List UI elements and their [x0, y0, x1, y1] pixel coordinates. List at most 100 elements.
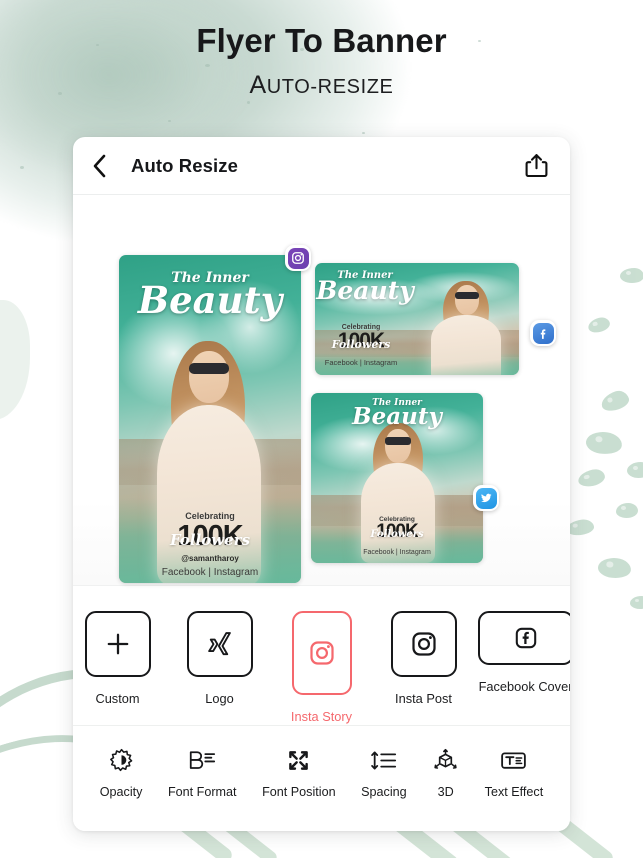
poster-facebook-cover[interactable]: The Inner Beauty Celebrating 100K Follow…	[315, 263, 519, 375]
tool-icon-wrap	[187, 746, 217, 774]
tool-label: Font Position	[262, 785, 336, 799]
page-subtitle: AUTO-RESIZE	[0, 71, 643, 100]
resize-canvas: The Inner Beauty Celebrating 100K Follow…	[73, 195, 570, 585]
text-effect-icon	[501, 751, 527, 769]
facebook-badge-fill	[532, 322, 554, 344]
app-bar: Auto Resize	[73, 137, 570, 195]
font-format-icon	[190, 750, 216, 769]
poster-script-line2: Beauty	[316, 276, 414, 305]
poster-handle: @samantharoy	[181, 554, 239, 563]
poster-followers: Followers	[169, 531, 251, 549]
speck	[20, 166, 24, 169]
poster-footer: Facebook | Instagram	[161, 567, 259, 578]
tool-icon-wrap	[286, 746, 311, 774]
tool-label: Font Format	[167, 785, 237, 799]
tool-opacity[interactable]: Opacity	[99, 746, 143, 799]
twitter-badge-fill	[475, 487, 497, 509]
tool-label: Opacity	[99, 785, 143, 799]
format-label: Insta Story	[290, 709, 353, 724]
poster-insta-story[interactable]: The Inner Beauty Celebrating 100K Follow…	[119, 255, 301, 583]
model-figure	[361, 463, 435, 563]
opacity-icon	[109, 748, 132, 771]
model-face	[385, 429, 411, 463]
poster-script-line2: Beauty	[137, 278, 283, 322]
format-option-logo[interactable]: Logo	[178, 611, 262, 706]
poster-script-line2: Beauty	[352, 403, 442, 430]
share-upload-icon	[525, 154, 547, 178]
format-option-insta-story[interactable]: Insta Story	[280, 611, 364, 724]
leaf-blob	[586, 315, 612, 335]
poster-followers: Followers	[370, 529, 424, 540]
back-button[interactable]	[92, 151, 118, 181]
badge-instagram[interactable]	[285, 245, 311, 271]
tool-label: Text Effect	[484, 785, 544, 799]
cube-3d-icon	[434, 748, 457, 769]
format-option-insta-post[interactable]: Insta Post	[382, 611, 466, 706]
leaf-blob	[598, 388, 632, 414]
screen-title: Auto Resize	[131, 154, 238, 176]
poster-followers: Followers	[331, 338, 391, 351]
leaf-blob	[597, 556, 632, 580]
tool-icon-wrap	[500, 746, 527, 774]
app-screenshot-card: Auto Resize The Inner Beauty Celebrating…	[73, 137, 570, 831]
facebook-icon	[515, 627, 536, 649]
facebook-icon	[540, 328, 545, 339]
speck	[247, 101, 250, 104]
speck	[362, 132, 365, 134]
instagram-icon	[309, 641, 334, 665]
tool-icon-wrap	[370, 746, 398, 774]
leaf-blob	[630, 596, 643, 609]
format-icon-box	[390, 611, 457, 677]
leaf-blob	[576, 467, 607, 489]
poster-footer: Facebook | Instagram	[363, 549, 431, 556]
format-icon-box	[291, 611, 352, 695]
format-icon-box	[84, 611, 151, 677]
editor-toolbar: Opacity Font Format Font Position Spacin…	[73, 725, 570, 831]
badge-facebook[interactable]	[530, 320, 556, 346]
format-selector: Custom Logo Insta Story Insta Post Faceb…	[73, 585, 570, 725]
font-position-icon	[289, 750, 309, 770]
tool-3d[interactable]: 3D	[432, 746, 459, 799]
instagram-icon	[292, 252, 304, 264]
chevron-left-icon	[93, 154, 106, 177]
page-title: Flyer To Banner	[196, 22, 447, 59]
format-icon-box	[186, 611, 253, 677]
leaf-blob	[584, 429, 624, 457]
line-spacing-icon	[371, 750, 396, 770]
leaf-blob	[627, 462, 643, 478]
model-sunglasses	[385, 437, 411, 445]
format-label: Facebook Cover	[478, 679, 570, 694]
tool-icon-wrap	[109, 746, 134, 774]
xing-logo-icon	[207, 632, 231, 656]
tool-text-effect[interactable]: Text Effect	[484, 746, 544, 799]
plus-icon	[107, 633, 128, 655]
format-label: Custom	[95, 691, 140, 706]
leaf-blob	[620, 268, 643, 283]
tool-label: 3D	[437, 785, 454, 799]
format-label: Logo	[205, 691, 234, 706]
instagram-icon	[411, 632, 436, 656]
share-button[interactable]	[521, 151, 551, 181]
tool-icon-wrap	[432, 746, 459, 774]
format-label: Insta Post	[395, 691, 452, 706]
format-icon-box	[477, 611, 570, 665]
subtitle-first-letter: A	[249, 71, 267, 99]
brush-blob	[0, 300, 30, 420]
badge-twitter[interactable]	[473, 485, 499, 511]
tool-label: Spacing	[361, 785, 407, 799]
subtitle-rest: UTO-RESIZE	[266, 76, 394, 98]
poster-footer: Facebook | Instagram	[324, 358, 398, 367]
format-option-custom[interactable]: Custom	[76, 611, 160, 706]
format-option-facebook-cover[interactable]: Facebook Cover	[477, 611, 570, 694]
page-headings: Flyer To Banner AUTO-RESIZE	[0, 0, 643, 100]
speck	[168, 120, 171, 122]
leaf-blob	[616, 503, 638, 518]
model-face	[189, 351, 229, 403]
model-sunglasses	[189, 363, 229, 374]
tool-font-format[interactable]: Font Format	[168, 746, 237, 799]
poster-twitter-post[interactable]: The Inner Beauty Celebrating 100K Follow…	[311, 393, 483, 563]
twitter-bird-icon	[481, 493, 492, 503]
instagram-badge-fill	[287, 247, 309, 269]
tool-spacing[interactable]: Spacing	[361, 746, 407, 799]
tool-font-position[interactable]: Font Position	[262, 746, 336, 799]
